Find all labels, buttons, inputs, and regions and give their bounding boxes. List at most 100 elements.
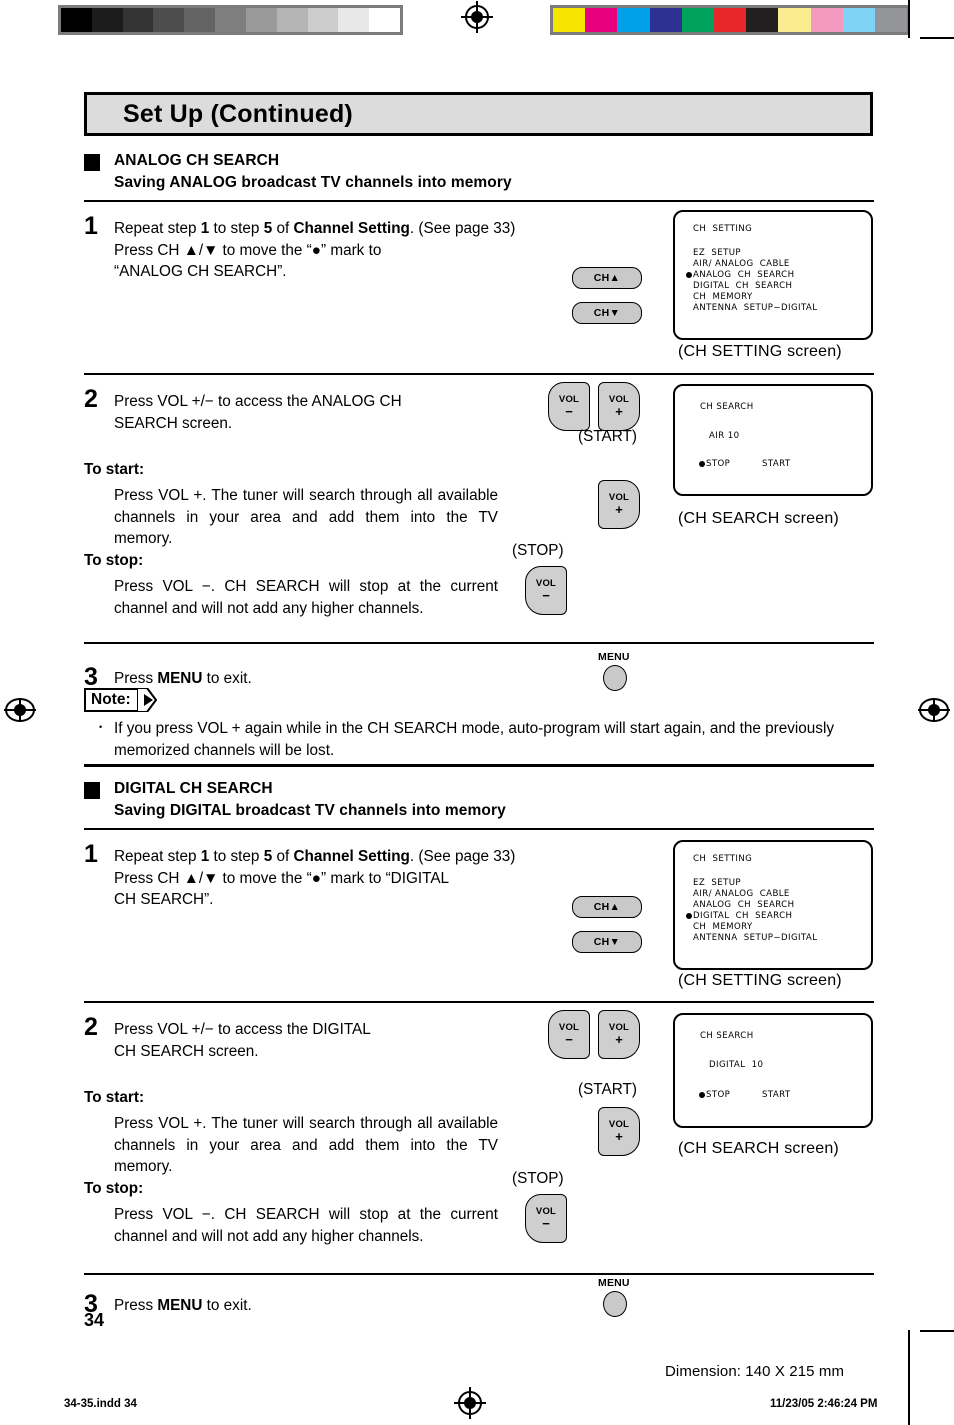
vol-plus-sign: + <box>615 502 623 518</box>
vol-plus-start-button[interactable]: VOL + <box>598 480 640 529</box>
digital-to-stop-label: To stop: <box>84 1180 144 1197</box>
osd-item-2: ANALOG CH SEARCH <box>693 270 795 280</box>
analog-to-start-text: Press VOL +. The tuner will search throu… <box>114 487 498 547</box>
footer-timestamp: 11/23/05 2:46:24 PM <box>770 1398 878 1410</box>
bullet-square-icon <box>84 782 100 799</box>
note-badge: Note: <box>84 688 157 712</box>
vol-minus-button[interactable]: VOL − <box>548 382 590 431</box>
digital-subheading-text: Saving DIGITAL broadcast TV channels int… <box>114 802 506 819</box>
osd-title: CH SETTING <box>693 224 753 234</box>
d2-l1: Press VOL +/− to access the DIGITAL <box>114 1021 371 1038</box>
osd-item-4: CH MEMORY <box>693 292 753 302</box>
analog-ch-setting-screen: CH SETTING EZ SETUP AIR/ ANALOG CABLE AN… <box>673 210 873 340</box>
analog-heading-text: ANALOG CH SEARCH <box>114 152 280 169</box>
osd-search-start: START <box>762 459 791 469</box>
analog-to-start-label: To start: <box>84 461 145 478</box>
vol-minus-sign: − <box>565 1032 573 1048</box>
digital-step2-number: 2 <box>84 1013 98 1041</box>
osd-item-4: CH MEMORY <box>693 922 753 932</box>
menu-button-circle <box>603 665 627 691</box>
page-title: Set Up (Continued) <box>123 99 353 128</box>
analog-step1-text: Repeat step 1 to step 5 of Channel Setti… <box>114 218 574 283</box>
manual-page: Set Up (Continued) ANALOG CH SEARCH Savi… <box>0 0 954 1425</box>
vol-label: VOL <box>608 491 630 503</box>
divider-digital-step2 <box>84 1273 874 1275</box>
vol-label: VOL <box>558 393 580 405</box>
menu-button-label: MENU <box>598 651 630 663</box>
vol-minus-sign: − <box>565 404 573 420</box>
osd-item-3: DIGITAL CH SEARCH <box>693 281 793 291</box>
menu-button-circle <box>603 1291 627 1317</box>
digital-ch-search-caption: (CH SEARCH screen) <box>678 1140 839 1157</box>
vol-label: VOL <box>558 1021 580 1033</box>
osd-selection-dot-icon <box>699 461 705 467</box>
digital-step1-text: Repeat step 1 to step 5 of Channel Setti… <box>114 846 634 911</box>
analog-start-caption: (START) <box>578 428 637 445</box>
osd-selection-dot-icon <box>686 913 692 919</box>
d1-l1e: of <box>272 848 294 865</box>
digital-stop-caption: (STOP) <box>512 1170 564 1187</box>
osd-item-1: AIR/ ANALOG CABLE <box>693 259 790 269</box>
ch-up-button[interactable]: CH▲ <box>572 896 642 918</box>
footer-filename: 34-35.indd 34 <box>64 1398 137 1410</box>
vol-minus-sign: − <box>542 1216 550 1232</box>
bullet-square-icon <box>84 154 100 171</box>
menu-button-label: MENU <box>598 1277 630 1289</box>
osd-search-channel: DIGITAL 10 <box>709 1060 764 1070</box>
vol-label: VOL <box>608 393 630 405</box>
analog-step1-number: 1 <box>84 212 98 240</box>
osd-selection-dot-icon <box>686 272 692 278</box>
vol-plus-button[interactable]: VOL + <box>598 1010 640 1059</box>
digital-ch-setting-caption: (CH SETTING screen) <box>678 972 842 989</box>
s1-l1b: 1 <box>200 220 210 237</box>
d1-l1f: Channel Setting <box>293 848 410 865</box>
osd-item-0: EZ SETUP <box>693 248 741 258</box>
s2-l1: Press VOL +/− to access the ANALOG CH <box>114 393 402 410</box>
s1-l2: Press CH ▲/▼ to move the “●” mark to <box>114 241 382 259</box>
d2-l2: CH SEARCH screen. <box>114 1042 259 1060</box>
note-text: If you press VOL + again while in the CH… <box>114 720 835 759</box>
ch-down-button[interactable]: CH▼ <box>572 931 642 953</box>
vol-plus-sign: + <box>615 1032 623 1048</box>
divider-digital-step1 <box>84 1001 874 1003</box>
vol-minus-button[interactable]: VOL − <box>548 1010 590 1059</box>
osd-item-5: ANTENNA SETUP−DIGITAL <box>693 933 818 943</box>
d1-l1a: Repeat step <box>114 848 201 865</box>
digital-to-start-label: To start: <box>84 1089 145 1106</box>
osd-search-stop: STOP <box>706 459 731 469</box>
divider-note-bottom <box>84 764 874 767</box>
digital-ch-setting-screen: CH SETTING EZ SETUP AIR/ ANALOG CABLE AN… <box>673 840 873 970</box>
dimension-note: Dimension: 140 X 215 mm <box>665 1363 845 1380</box>
vol-label: VOL <box>608 1118 630 1130</box>
ch-down-button[interactable]: CH▼ <box>572 302 642 324</box>
vol-plus-button[interactable]: VOL + <box>598 382 640 431</box>
d1-l3: CH SEARCH”. <box>114 891 214 908</box>
vol-plus-start-button[interactable]: VOL + <box>598 1107 640 1156</box>
digital-step3-text: Press MENU to exit. <box>114 1297 252 1314</box>
page-number: 34 <box>84 1310 105 1330</box>
vol-label: VOL <box>535 577 557 589</box>
osd-item-3: DIGITAL CH SEARCH <box>693 911 793 921</box>
s1-l1d: 5 <box>263 220 273 237</box>
vol-label: VOL <box>535 1205 557 1217</box>
divider-analog-step1 <box>84 373 874 375</box>
d1-l2: Press CH ▲/▼ to move the “●” mark to “DI… <box>114 869 450 887</box>
osd-item-5: ANTENNA SETUP−DIGITAL <box>693 303 818 313</box>
osd-search-start: START <box>762 1090 791 1100</box>
d1-l1d: 5 <box>263 848 273 865</box>
analog-step2-number: 2 <box>84 385 98 413</box>
osd-title: CH SETTING <box>693 854 753 864</box>
ch-up-button[interactable]: CH▲ <box>572 267 642 289</box>
vol-label: VOL <box>608 1021 630 1033</box>
divider-analog-head <box>84 200 874 202</box>
osd-search-stop: STOP <box>706 1090 731 1100</box>
vol-plus-sign: + <box>615 1129 623 1145</box>
note-bullet-icon: • <box>99 722 103 732</box>
analog-ch-setting-caption: (CH SETTING screen) <box>678 343 842 360</box>
d1-l1g: . (See page 33) <box>409 848 516 865</box>
osd-search-title: CH SEARCH <box>700 1031 754 1041</box>
vol-minus-stop-button[interactable]: VOL − <box>525 1194 567 1243</box>
analog-subheading-text: Saving ANALOG broadcast TV channels into… <box>114 174 512 191</box>
divider-digital-head <box>84 828 874 830</box>
vol-minus-stop-button[interactable]: VOL − <box>525 566 567 615</box>
